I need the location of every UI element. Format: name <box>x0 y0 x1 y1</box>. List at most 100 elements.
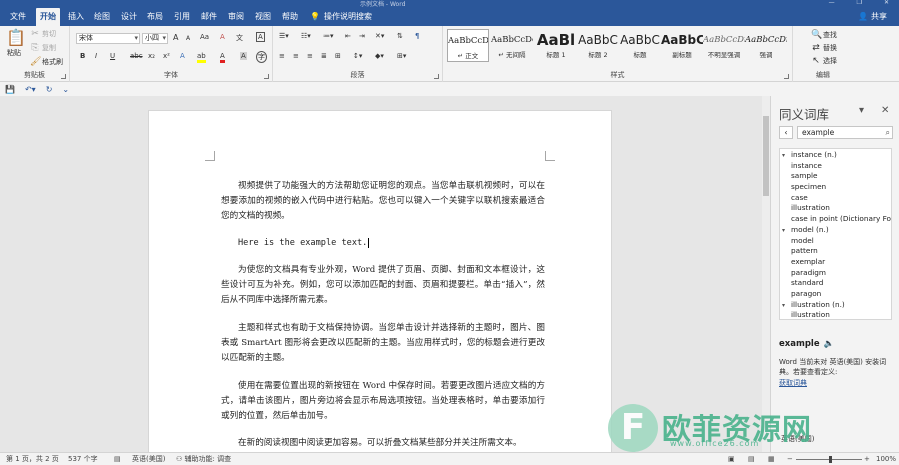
bullets-icon[interactable]: ☰▾ <box>279 32 289 40</box>
bold-button[interactable]: B <box>80 52 85 60</box>
zoom-slider-thumb[interactable] <box>829 456 832 463</box>
find-button[interactable]: 🔍 查找 <box>811 30 837 40</box>
search-icon[interactable]: ⌕ <box>886 127 890 138</box>
get-dictionary-link[interactable]: 获取词典 <box>779 378 807 388</box>
style-title[interactable]: AaBbC 标题 <box>619 29 661 62</box>
chinese-layout-icon[interactable]: ✕▾ <box>375 32 384 40</box>
save-icon[interactable]: 💾 <box>5 85 15 94</box>
tab-draw[interactable]: 绘图 <box>90 8 114 26</box>
restore-button[interactable]: ❐ <box>857 0 862 6</box>
synonym-item[interactable]: specimen <box>780 182 891 193</box>
style-subtitle[interactable]: AaBbC 副标题 <box>661 29 703 62</box>
scrollbar-thumb[interactable] <box>763 116 769 196</box>
tab-mailings[interactable]: 邮件 <box>197 8 221 26</box>
zoom-out-icon[interactable]: − <box>787 453 793 465</box>
synonym-group-header[interactable]: ▾ illustration (n.) <box>780 300 891 311</box>
text-effects-button[interactable]: A <box>180 52 185 60</box>
align-center-icon[interactable]: ≡ <box>293 52 299 60</box>
style-subtle-emphasis[interactable]: AaBbCcDi 不明显强调 <box>703 29 745 62</box>
customize-qat-icon[interactable]: ⌄ <box>62 85 69 94</box>
distributed-icon[interactable]: ⊞ <box>335 52 341 60</box>
numbering-icon[interactable]: ☷▾ <box>301 32 311 40</box>
multilevel-list-icon[interactable]: ≔▾ <box>323 32 334 40</box>
paragraph-launcher[interactable] <box>434 74 439 79</box>
copy-button[interactable]: ⎘ 复制 <box>30 43 56 53</box>
page-count[interactable]: 第 1 页，共 2 页 <box>6 453 59 465</box>
justify-icon[interactable]: ≣ <box>321 52 327 60</box>
minimize-button[interactable]: — <box>829 0 835 6</box>
show-marks-icon[interactable]: ¶ <box>415 32 419 40</box>
back-button[interactable]: ‹ <box>779 126 793 139</box>
synonym-item[interactable]: case in point (Dictionary Fo <box>780 214 891 225</box>
tab-help[interactable]: 帮助 <box>278 8 302 26</box>
change-case-button[interactable]: Aa <box>200 33 209 41</box>
thesaurus-search-input[interactable]: example ⌕ <box>797 126 893 139</box>
tab-file[interactable]: 文件 <box>6 8 30 26</box>
redo-icon[interactable]: ↻ <box>46 85 53 94</box>
synonym-item[interactable]: paragon <box>780 289 891 300</box>
document-page[interactable]: 视频提供了功能强大的方法帮助您证明您的观点。当您单击联机视频时，可以在想要添加的… <box>148 110 612 465</box>
char-border-button[interactable]: A <box>256 32 265 42</box>
web-layout-icon[interactable]: ▦ <box>768 453 775 465</box>
synonym-group-header[interactable]: ▾ model (n.) <box>780 225 891 236</box>
select-button[interactable]: ↖ 选择 <box>811 56 837 66</box>
synonym-item[interactable]: exemplar <box>780 257 891 268</box>
clear-format-button[interactable]: A <box>220 33 225 41</box>
highlight-button[interactable]: ab <box>197 52 206 63</box>
collapse-chevron-icon[interactable]: ▾ <box>782 151 791 161</box>
tab-home[interactable]: 开始 <box>36 8 60 26</box>
cut-button[interactable]: ✂ 剪切 <box>30 29 56 39</box>
char-shading-button[interactable]: A <box>240 52 247 60</box>
proofing-icon[interactable]: ▤ <box>114 453 121 465</box>
speaker-icon[interactable]: 🔈 <box>824 339 835 349</box>
zoom-in-icon[interactable]: + <box>864 453 870 465</box>
synonym-item[interactable]: instance <box>780 161 891 172</box>
status-language[interactable]: 英语(美国) <box>132 453 165 465</box>
italic-button[interactable]: I <box>95 52 97 60</box>
shading-icon[interactable]: ◆▾ <box>375 52 384 60</box>
strikethrough-button[interactable]: abc <box>130 52 143 60</box>
focus-mode-icon[interactable]: ▣ <box>728 453 735 465</box>
word-count[interactable]: 537 个字 <box>68 453 98 465</box>
borders-icon[interactable]: ⊞▾ <box>397 52 406 60</box>
tab-insert[interactable]: 插入 <box>64 8 88 26</box>
collapse-chevron-icon[interactable]: ▾ <box>782 226 791 236</box>
format-painter-button[interactable]: 🖌 格式刷 <box>30 57 63 67</box>
font-color-button[interactable]: A <box>220 52 225 63</box>
superscript-button[interactable]: x² <box>163 52 170 60</box>
tab-references[interactable]: 引用 <box>170 8 194 26</box>
shrink-font-button[interactable]: A <box>186 35 190 42</box>
vertical-scrollbar[interactable] <box>762 96 770 452</box>
grow-font-button[interactable]: A <box>173 33 178 42</box>
align-right-icon[interactable]: ≡ <box>307 52 313 60</box>
replace-button[interactable]: ⇄ 替换 <box>811 43 837 53</box>
pane-options-icon[interactable]: ▾ <box>859 105 864 116</box>
synonym-item[interactable]: model <box>780 236 891 247</box>
styles-launcher[interactable] <box>784 74 789 79</box>
tell-me-search[interactable]: 💡 操作说明搜索 <box>310 8 372 26</box>
paste-button[interactable]: 📋 粘贴 <box>6 29 26 58</box>
style-heading-2[interactable]: AaBbC 标题 2 <box>577 29 619 62</box>
style-no-spacing[interactable]: AaBbCcDc ↵ 无间隔 <box>491 29 533 62</box>
synonym-item[interactable]: illustration <box>780 310 891 319</box>
tab-layout[interactable]: 布局 <box>143 8 167 26</box>
undo-icon[interactable]: ↶▾ <box>25 85 36 94</box>
tab-view[interactable]: 视图 <box>251 8 275 26</box>
enclose-char-button[interactable]: 字 <box>256 51 267 63</box>
clipboard-launcher[interactable] <box>61 74 66 79</box>
collapse-chevron-icon[interactable]: ▾ <box>782 301 791 311</box>
synonym-item[interactable]: sample <box>780 171 891 182</box>
line-spacing-icon[interactable]: ↕▾ <box>353 52 362 60</box>
sort-icon[interactable]: ⇅ <box>397 32 403 40</box>
font-size-combo[interactable]: 小四 <box>142 33 168 44</box>
zoom-level[interactable]: 100% <box>876 453 896 465</box>
align-left-icon[interactable]: ≡ <box>279 52 285 60</box>
pane-close-icon[interactable]: ✕ <box>881 105 889 116</box>
style-heading-1[interactable]: AaBl 标题 1 <box>535 29 577 62</box>
synonym-item[interactable]: pattern <box>780 246 891 257</box>
style-emphasis[interactable]: AaBbCcDi 强调 <box>745 29 787 62</box>
close-window-button[interactable]: ✕ <box>884 0 889 6</box>
style-normal[interactable]: AaBbCcDc ↵ 正文 <box>447 29 489 62</box>
synonym-item[interactable]: paradigm <box>780 268 891 279</box>
share-button[interactable]: 👤 共享 <box>858 8 887 26</box>
